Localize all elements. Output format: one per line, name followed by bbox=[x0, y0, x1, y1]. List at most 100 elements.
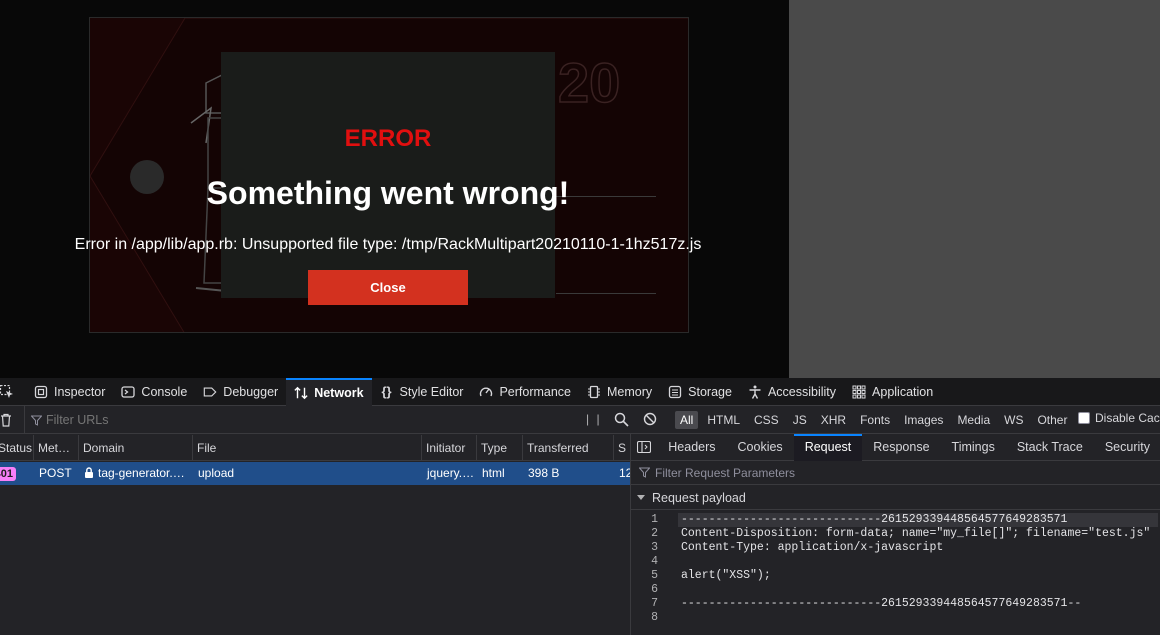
tab-label: Accessibility bbox=[767, 384, 837, 399]
filter-request-parameters-placeholder: Filter Request Parameters bbox=[655, 465, 796, 480]
devtools-toolbar: Inspector Console Debugger Network {} St… bbox=[0, 377, 1160, 406]
pause-icon[interactable]: | | bbox=[586, 412, 602, 426]
request-details-panel: Headers Cookies Request Response Timings… bbox=[630, 433, 1160, 635]
tab-cookies[interactable]: Cookies bbox=[727, 434, 794, 461]
clear-requests-icon[interactable] bbox=[0, 406, 20, 434]
style-editor-icon: {} bbox=[381, 384, 392, 399]
request-payload-title: Request payload bbox=[652, 490, 746, 505]
filter-type-other[interactable]: Other bbox=[1032, 411, 1072, 429]
line-number: 2 bbox=[651, 527, 658, 540]
console-icon bbox=[121, 385, 136, 399]
column-transferred[interactable]: Transferred bbox=[523, 435, 614, 461]
detail-tabs: Headers Cookies Request Response Timings… bbox=[631, 433, 1160, 461]
code-text: -----------------------------26152933944… bbox=[678, 513, 1158, 527]
filter-type-images[interactable]: Images bbox=[899, 411, 948, 429]
code-line: 8 bbox=[631, 611, 1160, 625]
tab-label: Style Editor bbox=[399, 384, 464, 399]
block-icon[interactable] bbox=[643, 412, 657, 429]
cell-status: 401 bbox=[0, 462, 34, 485]
code-line: 1 -----------------------------2615293394… bbox=[631, 513, 1160, 527]
error-message: Error in /app/lib/app.rb: Unsupported fi… bbox=[74, 236, 702, 253]
tab-memory[interactable]: Memory bbox=[579, 378, 660, 406]
tab-label: Performance bbox=[499, 384, 572, 399]
tab-network[interactable]: Network bbox=[286, 377, 372, 406]
column-file[interactable]: File bbox=[193, 435, 422, 461]
code-text: Content-Type: application/x-javascript bbox=[681, 541, 944, 554]
network-icon bbox=[294, 386, 308, 400]
error-title: ERROR bbox=[344, 125, 432, 152]
search-icon[interactable] bbox=[614, 412, 629, 430]
request-payload-header[interactable]: Request payload bbox=[631, 486, 1160, 510]
code-line: 7 -----------------------------2615293394… bbox=[631, 597, 1160, 611]
chevron-down-icon bbox=[637, 495, 645, 500]
tab-request[interactable]: Request bbox=[793, 433, 863, 461]
tab-performance[interactable]: Performance bbox=[471, 378, 579, 406]
checkbox-box[interactable] bbox=[1078, 412, 1090, 424]
storage-icon bbox=[668, 385, 682, 399]
filter-type-fonts[interactable]: Fonts bbox=[855, 411, 895, 429]
cell-domain: tag-generator.… bbox=[80, 462, 193, 485]
type-filters: All HTML CSS JS XHR Fonts Images Media W… bbox=[675, 410, 1076, 430]
code-text: Content-Disposition: form-data; name="my… bbox=[681, 527, 1151, 540]
tab-timings[interactable]: Timings bbox=[941, 434, 1006, 461]
tab-label: Network bbox=[314, 385, 364, 400]
cell-initiator: jquery.… bbox=[427, 466, 475, 480]
page-viewport: 20 ERROR Something went wrong! Error in … bbox=[0, 0, 1160, 378]
viewport-gray-area bbox=[789, 0, 1160, 378]
lock-icon bbox=[84, 463, 94, 485]
debugger-icon bbox=[203, 385, 217, 399]
performance-icon bbox=[479, 385, 493, 399]
line-number: 8 bbox=[651, 611, 658, 624]
filter-urls-input[interactable] bbox=[46, 413, 526, 427]
tab-stack-trace[interactable]: Stack Trace bbox=[1006, 434, 1094, 461]
error-heading: Something went wrong! bbox=[206, 175, 570, 211]
tab-label: Application bbox=[872, 384, 934, 399]
tab-console[interactable]: Console bbox=[113, 378, 195, 406]
line-number: 4 bbox=[651, 555, 658, 568]
memory-icon bbox=[587, 385, 601, 399]
tab-headers[interactable]: Headers bbox=[657, 434, 726, 461]
filter-request-parameters[interactable]: Filter Request Parameters bbox=[631, 461, 1160, 485]
tab-label: Storage bbox=[688, 384, 732, 399]
tab-response[interactable]: Response bbox=[862, 434, 940, 461]
code-line: 3 Content-Type: application/x-javascript bbox=[631, 541, 1160, 555]
column-size[interactable]: S bbox=[614, 435, 630, 461]
cell-size: 12 bbox=[619, 466, 630, 480]
column-initiator[interactable]: Initiator bbox=[422, 435, 477, 461]
filter-type-css[interactable]: CSS bbox=[749, 411, 784, 429]
filter-type-all[interactable]: All bbox=[675, 411, 699, 429]
disable-cache-label: Disable Cache bbox=[1095, 411, 1160, 425]
line-number: 1 bbox=[651, 513, 658, 526]
close-button[interactable]: Close bbox=[308, 270, 468, 305]
tab-security[interactable]: Security bbox=[1094, 434, 1160, 461]
tab-storage[interactable]: Storage bbox=[660, 378, 740, 406]
filter-type-media[interactable]: Media bbox=[952, 411, 995, 429]
column-type[interactable]: Type bbox=[477, 435, 523, 461]
column-status[interactable]: Status bbox=[0, 435, 34, 461]
filter-type-ws[interactable]: WS bbox=[999, 411, 1028, 429]
tab-inspector[interactable]: Inspector bbox=[26, 378, 113, 406]
disable-cache-checkbox[interactable]: Disable Cache bbox=[1078, 411, 1160, 425]
table-row[interactable]: 401 POST tag-generator.… upload jquery.…… bbox=[0, 462, 630, 485]
code-line: 4 bbox=[631, 555, 1160, 569]
cell-type: html bbox=[482, 466, 505, 480]
filter-type-xhr[interactable]: XHR bbox=[816, 411, 851, 429]
element-picker-icon[interactable] bbox=[0, 378, 26, 406]
tab-application[interactable]: Application bbox=[844, 378, 941, 406]
sidebar-toggle-icon[interactable] bbox=[631, 434, 657, 461]
tab-accessibility[interactable]: Accessibility bbox=[740, 378, 844, 406]
tab-debugger[interactable]: Debugger bbox=[195, 378, 286, 406]
code-line: 2 Content-Disposition: form-data; name="m… bbox=[631, 527, 1160, 541]
line-number: 3 bbox=[651, 541, 658, 554]
tag-line bbox=[556, 293, 656, 294]
request-list-header: Status Met… Domain File Initiator Type T… bbox=[0, 435, 630, 461]
tab-style-editor[interactable]: {} Style Editor bbox=[372, 378, 472, 406]
accessibility-icon bbox=[748, 385, 762, 399]
request-list: Status Met… Domain File Initiator Type T… bbox=[0, 435, 630, 635]
column-domain[interactable]: Domain bbox=[79, 435, 193, 461]
filter-urls[interactable] bbox=[24, 406, 574, 434]
column-method[interactable]: Met… bbox=[34, 435, 79, 461]
cell-file: upload bbox=[198, 466, 235, 480]
filter-type-js[interactable]: JS bbox=[788, 411, 812, 429]
filter-type-html[interactable]: HTML bbox=[702, 411, 745, 429]
